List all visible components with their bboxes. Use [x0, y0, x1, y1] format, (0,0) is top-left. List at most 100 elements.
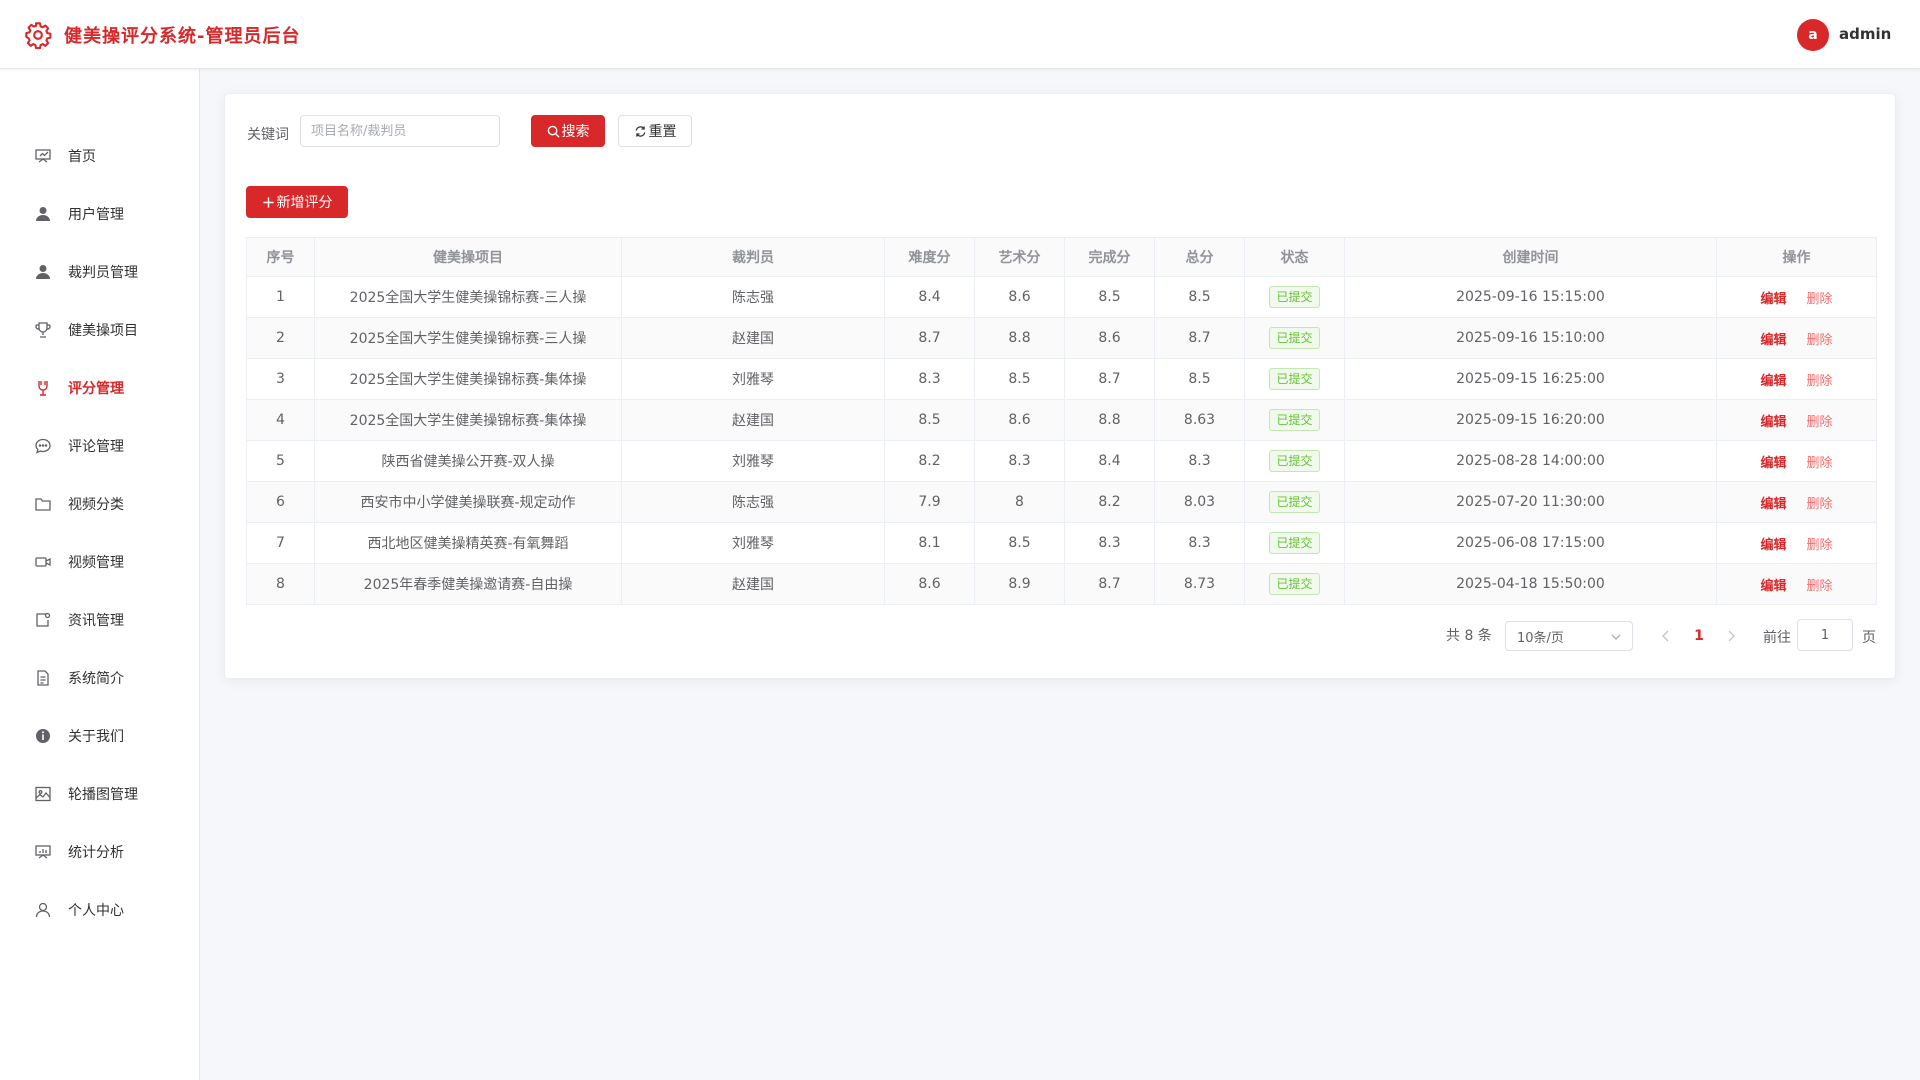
avatar[interactable]: a — [1797, 19, 1829, 51]
delete-button[interactable]: 删除 — [1807, 292, 1833, 307]
cell-judge: 刘雅琴 — [621, 440, 885, 482]
edit-button[interactable]: 编辑 — [1760, 579, 1786, 594]
delete-button[interactable]: 删除 — [1807, 415, 1833, 430]
cell-execution: 8.5 — [1064, 276, 1155, 318]
add-score-button[interactable]: 新增评分 — [246, 186, 348, 218]
edit-button[interactable]: 编辑 — [1760, 333, 1786, 348]
sidebar-item-about[interactable]: 关于我们 — [0, 707, 199, 765]
user-icon — [34, 205, 52, 223]
cell-judge: 陈志强 — [621, 481, 885, 523]
news-icon — [34, 611, 52, 629]
refresh-icon — [635, 125, 645, 137]
cell-artistry: 8.3 — [974, 440, 1065, 482]
sidebar-item-carousel[interactable]: 轮播图管理 — [0, 765, 199, 823]
sidebar-item-projects[interactable]: 健美操项目 — [0, 301, 199, 359]
cell-artistry: 8.5 — [974, 358, 1065, 400]
column-header: 完成分 — [1064, 237, 1155, 277]
cell-no: 5 — [246, 440, 315, 482]
cell-total: 8.5 — [1154, 358, 1245, 400]
edit-button[interactable]: 编辑 — [1760, 538, 1786, 553]
chat-icon — [34, 437, 52, 455]
sidebar-item-label: 用户管理 — [68, 207, 124, 223]
cell-status: 已提交 — [1244, 522, 1345, 564]
cell-execution: 8.4 — [1064, 440, 1155, 482]
cell-project: 2025全国大学生健美操锦标赛-三人操 — [314, 317, 622, 359]
reset-button[interactable]: 重置 — [618, 115, 692, 147]
sidebar-item-label: 评分管理 — [68, 381, 124, 397]
table-row: 1 2025全国大学生健美操锦标赛-三人操 陈志强 8.4 8.6 8.5 8.… — [246, 276, 1877, 318]
sidebar-item-judges[interactable]: 裁判员管理 — [0, 243, 199, 301]
page-size-select[interactable]: 10条/页 — [1505, 621, 1633, 651]
delete-button[interactable]: 删除 — [1807, 497, 1833, 512]
sidebar-item-users[interactable]: 用户管理 — [0, 185, 199, 243]
cell-total: 8.73 — [1154, 563, 1245, 605]
cell-total: 8.3 — [1154, 440, 1245, 482]
cell-no: 2 — [246, 317, 315, 359]
document-icon — [34, 669, 52, 687]
edit-button[interactable]: 编辑 — [1760, 415, 1786, 430]
delete-button[interactable]: 删除 — [1807, 538, 1833, 553]
cell-artistry: 8.8 — [974, 317, 1065, 359]
cell-created: 2025-07-20 11:30:00 — [1344, 481, 1717, 523]
table-row: 3 2025全国大学生健美操锦标赛-集体操 刘雅琴 8.3 8.5 8.7 8.… — [246, 358, 1877, 400]
edit-button[interactable]: 编辑 — [1760, 456, 1786, 471]
next-page-icon[interactable] — [1722, 627, 1740, 645]
cell-artistry: 8.5 — [974, 522, 1065, 564]
delete-button[interactable]: 删除 — [1807, 579, 1833, 594]
cell-artistry: 8 — [974, 481, 1065, 523]
cell-difficulty: 8.6 — [884, 563, 975, 605]
cell-difficulty: 8.2 — [884, 440, 975, 482]
username[interactable]: admin — [1839, 25, 1891, 43]
column-header: 总分 — [1154, 237, 1245, 277]
sidebar-item-label: 关于我们 — [68, 729, 124, 745]
sidebar-item-videos[interactable]: 视频管理 — [0, 533, 199, 591]
cell-artistry: 8.6 — [974, 399, 1065, 441]
table-row: 4 2025全国大学生健美操锦标赛-集体操 赵建国 8.5 8.6 8.8 8.… — [246, 399, 1877, 441]
page-size-value: 10条/页 — [1517, 630, 1564, 646]
cell-status: 已提交 — [1244, 358, 1345, 400]
cell-project: 陕西省健美操公开赛-双人操 — [314, 440, 622, 482]
search-button[interactable]: 搜索 — [531, 115, 605, 147]
column-header: 难度分 — [884, 237, 975, 277]
edit-button[interactable]: 编辑 — [1760, 292, 1786, 307]
sidebar-item-home[interactable]: 首页 — [0, 127, 199, 185]
cell-project: 2025年春季健美操邀请赛-自由操 — [314, 563, 622, 605]
delete-button[interactable]: 删除 — [1807, 374, 1833, 389]
sidebar-item-profile[interactable]: 个人中心 — [0, 881, 199, 939]
sidebar-item-comments[interactable]: 评论管理 — [0, 417, 199, 475]
sidebar-item-scores[interactable]: 评分管理 — [0, 359, 199, 417]
cell-status: 已提交 — [1244, 563, 1345, 605]
table-row: 2 2025全国大学生健美操锦标赛-三人操 赵建国 8.7 8.8 8.6 8.… — [246, 317, 1877, 359]
user-icon — [34, 263, 52, 281]
sidebar-item-label: 统计分析 — [68, 845, 124, 861]
cell-actions: 编辑 删除 — [1716, 563, 1877, 605]
sidebar-item-label: 视频管理 — [68, 555, 124, 571]
sidebar-item-news[interactable]: 资讯管理 — [0, 591, 199, 649]
scores-table: 序号 健美操项目 裁判员 难度分 艺术分 完成分 总分 状态 创建时间 操作 1… — [246, 237, 1877, 605]
delete-button[interactable]: 删除 — [1807, 456, 1833, 471]
cell-no: 7 — [246, 522, 315, 564]
edit-button[interactable]: 编辑 — [1760, 374, 1786, 389]
cell-project: 2025全国大学生健美操锦标赛-集体操 — [314, 358, 622, 400]
cell-total: 8.03 — [1154, 481, 1245, 523]
delete-button[interactable]: 删除 — [1807, 333, 1833, 348]
sidebar-item-label: 首页 — [68, 149, 96, 165]
sidebar-item-label: 轮播图管理 — [68, 787, 138, 803]
sidebar-item-label: 裁判员管理 — [68, 265, 138, 281]
table-row: 5 陕西省健美操公开赛-双人操 刘雅琴 8.2 8.3 8.4 8.3 已提交 … — [246, 440, 1877, 482]
cell-project: 2025全国大学生健美操锦标赛-集体操 — [314, 399, 622, 441]
cell-created: 2025-09-15 16:25:00 — [1344, 358, 1717, 400]
edit-button[interactable]: 编辑 — [1760, 497, 1786, 512]
prev-page-icon[interactable] — [1657, 627, 1675, 645]
column-header: 状态 — [1244, 237, 1345, 277]
sidebar-item-system-intro[interactable]: 系统简介 — [0, 649, 199, 707]
sidebar-item-video-categories[interactable]: 视频分类 — [0, 475, 199, 533]
cell-actions: 编辑 删除 — [1716, 317, 1877, 359]
cell-total: 8.5 — [1154, 276, 1245, 318]
search-input[interactable] — [300, 115, 500, 147]
page-number[interactable]: 1 — [1687, 624, 1711, 648]
sidebar-item-statistics[interactable]: 统计分析 — [0, 823, 199, 881]
goto-page-input[interactable] — [1797, 619, 1853, 651]
cell-execution: 8.7 — [1064, 563, 1155, 605]
app-title: 健美操评分系统-管理员后台 — [64, 26, 301, 47]
